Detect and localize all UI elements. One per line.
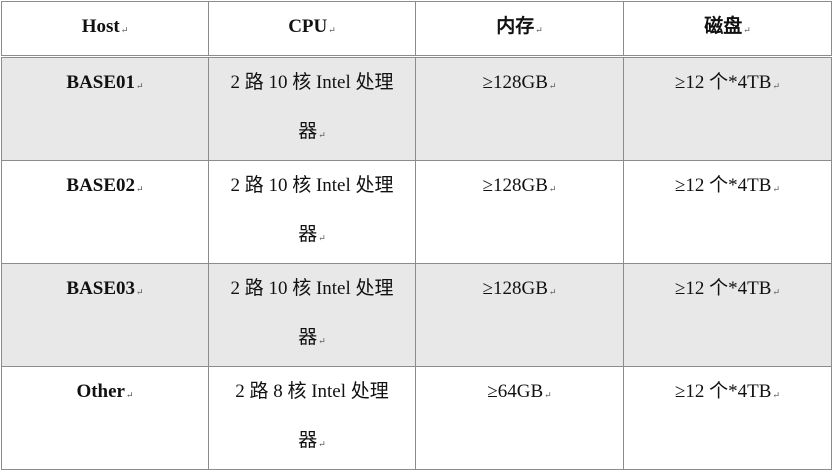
header-memory-label: 内存 xyxy=(496,16,535,37)
memory-cell: ≥64GB↵ xyxy=(415,366,624,470)
disk-cell: ≥12 个*4TB↵ xyxy=(623,160,832,264)
disk-value: ≥12 个*4TB xyxy=(674,175,772,196)
header-row: Host↵ CPU↵ 内存↵ 磁盘↵ xyxy=(1,1,832,58)
memory-value: ≥128GB xyxy=(482,72,548,93)
paragraph-mark: ↵ xyxy=(548,287,557,297)
paragraph-mark: ↵ xyxy=(772,390,780,400)
host-name: BASE01 xyxy=(66,72,136,93)
table-row: BASE03↵ 2 路 10 核 Intel 处理 器↵ ≥128GB↵ ≥12 … xyxy=(1,263,832,367)
host-cell: BASE02↵ xyxy=(1,160,209,264)
table-body: BASE01↵ 2 路 10 核 Intel 处理 器↵ ≥128GB↵ ≥12 … xyxy=(1,56,832,470)
paragraph-mark: ↵ xyxy=(136,184,144,194)
disk-value: ≥12 个*4TB xyxy=(674,381,772,402)
disk-cell: ≥12 个*4TB↵ xyxy=(623,263,832,367)
memory-cell: ≥128GB↵ xyxy=(415,263,624,367)
disk-cell: ≥12 个*4TB↵ xyxy=(623,366,832,470)
paragraph-mark: ↵ xyxy=(772,287,780,297)
header-cpu: CPU↵ xyxy=(208,1,416,58)
host-name: BASE03 xyxy=(66,278,136,299)
header-host: Host↵ xyxy=(1,1,209,58)
memory-cell: ≥128GB↵ xyxy=(415,56,624,161)
paragraph-mark: ↵ xyxy=(318,233,326,243)
memory-value: ≥128GB xyxy=(482,278,548,299)
paragraph-mark: ↵ xyxy=(548,81,557,91)
header-disk: 磁盘↵ xyxy=(623,1,832,58)
header-cpu-label: CPU xyxy=(288,16,328,37)
table-row: BASE02↵ 2 路 10 核 Intel 处理 器↵ ≥128GB↵ ≥12 … xyxy=(1,160,832,264)
paragraph-mark: ↵ xyxy=(120,25,129,35)
paragraph-mark: ↵ xyxy=(328,25,336,35)
cpu-text-wrap: 器 xyxy=(298,327,318,348)
paragraph-mark: ↵ xyxy=(535,25,543,35)
paragraph-mark: ↵ xyxy=(136,287,144,297)
memory-value: ≥64GB xyxy=(487,381,544,402)
paragraph-mark: ↵ xyxy=(772,81,780,91)
paragraph-mark: ↵ xyxy=(136,81,144,91)
cpu-text-wrap: 器 xyxy=(298,224,318,245)
disk-value: ≥12 个*4TB xyxy=(674,72,772,93)
host-cell: Other↵ xyxy=(1,366,209,470)
header-host-label: Host xyxy=(81,16,120,37)
cpu-cell: 2 路 10 核 Intel 处理器↵ xyxy=(208,263,416,367)
header-disk-label: 磁盘 xyxy=(704,16,743,37)
cpu-text: 2 路 10 核 Intel 处理 xyxy=(230,278,394,299)
cpu-text-wrap: 器 xyxy=(298,121,318,142)
cpu-cell: 2 路 8 核 Intel 处理器↵ xyxy=(208,366,416,470)
paragraph-mark: ↵ xyxy=(743,25,751,35)
header-memory: 内存↵ xyxy=(415,1,624,58)
cpu-cell: 2 路 10 核 Intel 处理器↵ xyxy=(208,160,416,264)
disk-value: ≥12 个*4TB xyxy=(674,278,772,299)
disk-cell: ≥12 个*4TB↵ xyxy=(623,56,832,161)
paragraph-mark: ↵ xyxy=(548,184,557,194)
paragraph-mark: ↵ xyxy=(318,130,326,140)
cpu-text: 2 路 8 核 Intel 处理 xyxy=(235,381,389,402)
server-spec-table: Host↵ CPU↵ 内存↵ 磁盘↵ BASE01↵ 2 路 10 核 Inte… xyxy=(1,1,832,470)
table-row: BASE01↵ 2 路 10 核 Intel 处理 器↵ ≥128GB↵ ≥12 … xyxy=(1,56,832,161)
paragraph-mark: ↵ xyxy=(772,184,780,194)
host-cell: BASE03↵ xyxy=(1,263,209,367)
paragraph-mark: ↵ xyxy=(544,390,552,400)
table-row: Other↵ 2 路 8 核 Intel 处理 器↵ ≥64GB↵ ≥12 个*4… xyxy=(1,366,832,470)
cpu-text: 2 路 10 核 Intel 处理 xyxy=(230,72,394,93)
host-name: Other xyxy=(76,381,125,402)
cpu-text: 2 路 10 核 Intel 处理 xyxy=(230,175,394,196)
host-name: BASE02 xyxy=(66,175,136,196)
cpu-text-wrap: 器 xyxy=(298,430,318,451)
table-header: Host↵ CPU↵ 内存↵ 磁盘↵ xyxy=(1,1,832,58)
memory-cell: ≥128GB↵ xyxy=(415,160,624,264)
host-cell: BASE01↵ xyxy=(1,56,209,161)
memory-value: ≥128GB xyxy=(482,175,548,196)
paragraph-mark: ↵ xyxy=(126,390,134,400)
cpu-cell: 2 路 10 核 Intel 处理器↵ xyxy=(208,56,416,161)
paragraph-mark: ↵ xyxy=(318,439,326,449)
paragraph-mark: ↵ xyxy=(318,336,326,346)
